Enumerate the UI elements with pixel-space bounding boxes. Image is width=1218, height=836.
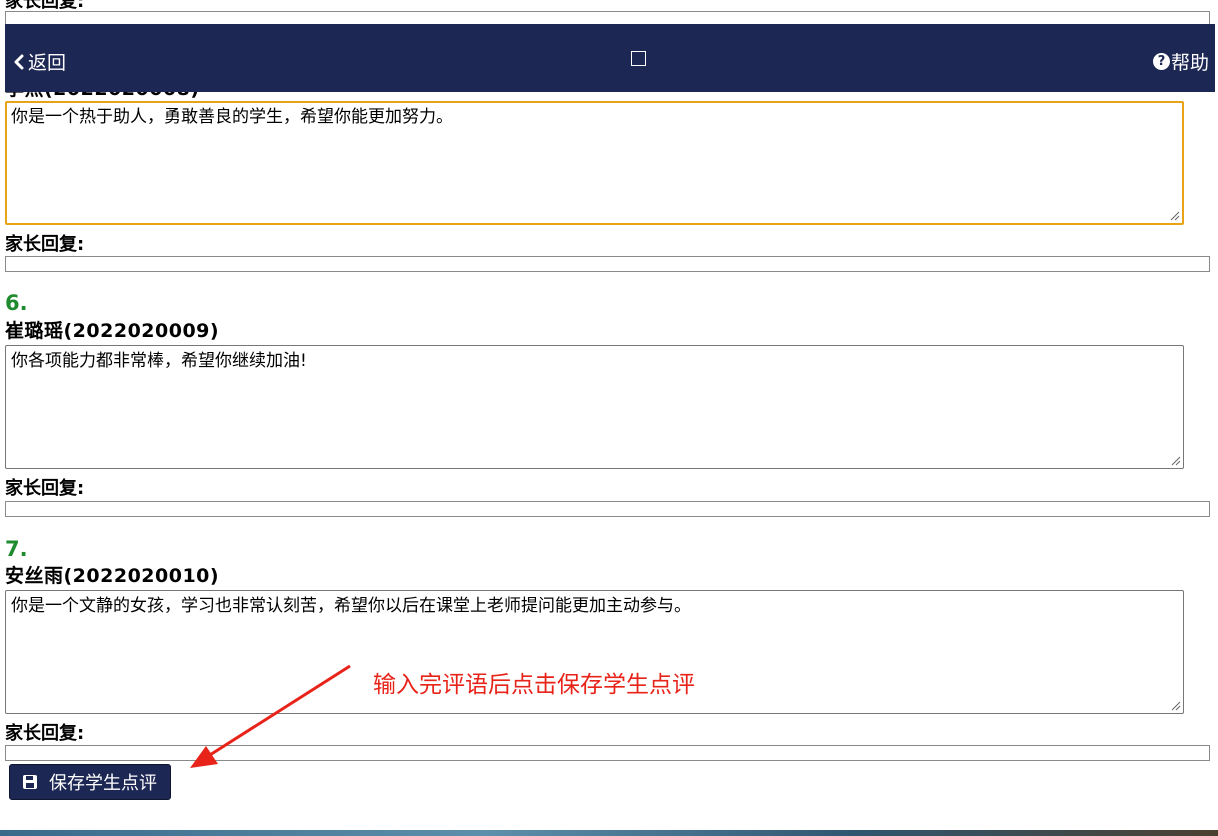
chevron-left-icon — [14, 54, 24, 69]
parent-reply-label: 家长回复: — [5, 723, 85, 744]
top-nav-bar: 返回 ? 帮助 — [5, 24, 1215, 92]
floppy-disk-icon — [23, 775, 37, 789]
comment-text: 你各项能力都非常棒，希望你继续加油! — [11, 351, 307, 371]
parent-reply-label: 家长回复: — [5, 478, 85, 499]
help-button[interactable]: ? 帮助 — [1152, 48, 1209, 75]
parent-reply-label: 家长回复: — [5, 234, 85, 255]
comment-textarea[interactable]: 你各项能力都非常棒，希望你继续加油! — [5, 345, 1184, 469]
student-name: 安丝雨(2022020010) — [5, 565, 220, 587]
bottom-background-strip — [0, 830, 1218, 836]
back-label: 返回 — [28, 52, 67, 74]
annotation-text: 输入完评语后点击保存学生点评 — [373, 672, 695, 698]
resize-grip-icon[interactable] — [1170, 211, 1180, 221]
save-button-label: 保存学生点评 — [49, 773, 157, 794]
annotation-arrow — [190, 664, 351, 768]
student-name: 崔璐瑶(2022020009) — [5, 320, 220, 342]
parent-reply-field[interactable] — [5, 501, 1210, 517]
student-number: 6. — [5, 291, 28, 315]
resize-grip-icon[interactable] — [1171, 456, 1181, 466]
save-comments-button[interactable]: 保存学生点评 — [9, 764, 171, 800]
back-button[interactable]: 返回 — [13, 48, 66, 75]
title-placeholder-icon — [631, 51, 646, 66]
help-label: 帮助 — [1170, 52, 1209, 74]
parent-reply-field[interactable] — [5, 256, 1210, 272]
student-number: 7. — [5, 537, 28, 561]
question-circle-icon: ? — [1152, 53, 1170, 70]
comment-text: 你是一个文静的女孩，学习也非常认刻苦，希望你以后在课堂上老师提问能更加主动参与。 — [11, 596, 691, 616]
comment-textarea[interactable]: 你是一个热于助人，勇敢善良的学生，希望你能更加努力。 — [5, 101, 1184, 225]
comment-text: 你是一个热于助人，勇敢善良的学生，希望你能更加努力。 — [11, 107, 453, 127]
resize-grip-icon[interactable] — [1171, 701, 1181, 711]
